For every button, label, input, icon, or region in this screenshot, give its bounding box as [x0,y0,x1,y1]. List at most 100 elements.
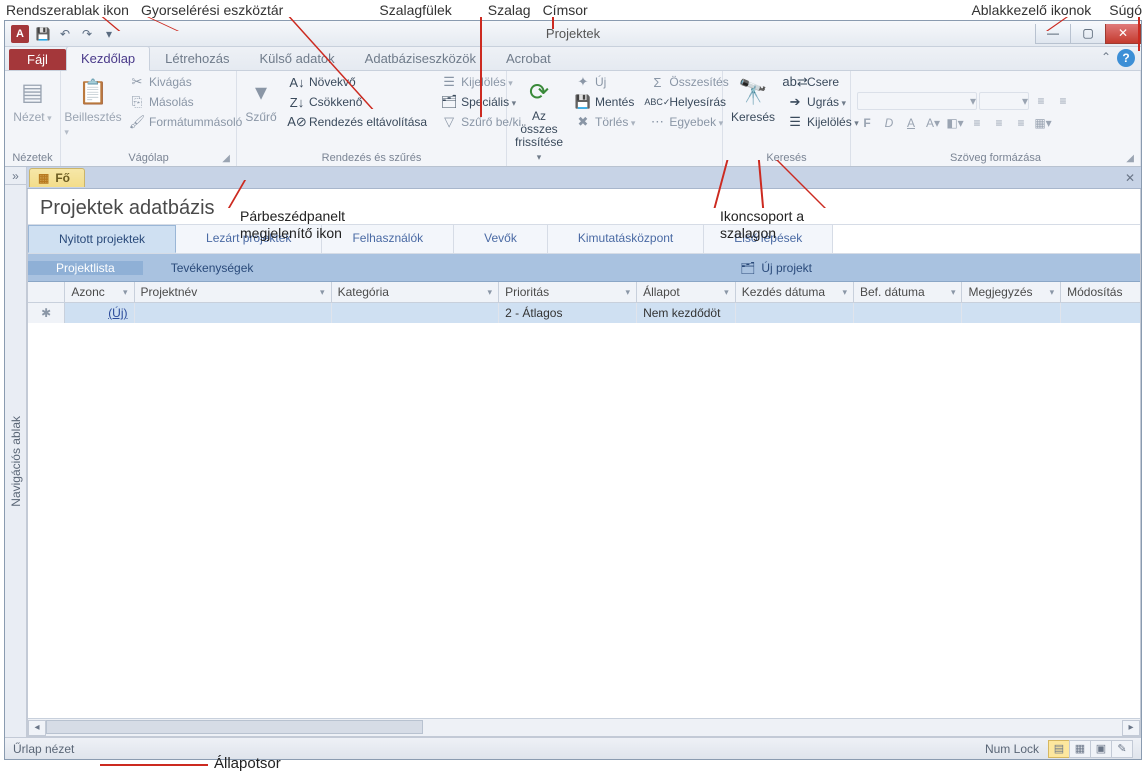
font-color-button[interactable]: A▾ [923,114,943,132]
refresh-all-button[interactable]: ⟳ Az összes frissítése [513,73,565,166]
more-records-button[interactable]: ⋯Egyebek [645,113,732,131]
cell-pri[interactable]: 2 - Átlagos [499,303,637,323]
tab-customers[interactable]: Vevők [454,225,548,253]
chevron-down-icon[interactable]: ▾ [123,287,128,298]
doc-tab-fo[interactable]: ▦ Fő [29,168,85,187]
tab-external[interactable]: Külső adatok [245,46,350,70]
col-projektnev[interactable]: Projektnév▾ [135,282,332,302]
delete-record-button[interactable]: ✖Törlés [571,113,639,131]
cell-kezd[interactable] [736,303,854,323]
find-button[interactable]: 🔭 Keresés [729,73,777,127]
col-modositas[interactable]: Módosítás [1061,282,1140,302]
help-button[interactable]: ? [1117,49,1135,67]
bullets-icon[interactable]: ≡ [1031,92,1051,110]
scroll-thumb[interactable] [46,720,423,734]
navigation-pane[interactable]: » Navigációs ablak [5,167,27,737]
new-record-button[interactable]: ✦Új [571,73,639,91]
col-megjegyzes[interactable]: Megjegyzés▾ [962,282,1061,302]
tab-open-projects[interactable]: Nyitott projektek [28,225,176,253]
totals-button[interactable]: ΣÖsszesítés [645,73,732,91]
save-record-button[interactable]: 💾Mentés [571,93,639,111]
view-button[interactable]: ▤ Nézet [11,73,54,127]
remove-sort-button[interactable]: A⊘Rendezés eltávolítása [285,113,431,131]
ribbon-minimize-icon[interactable]: ⌃ [1101,50,1111,64]
sort-asc-button[interactable]: A↓Növekvő [285,73,431,91]
system-menu-icon[interactable]: A [11,25,29,43]
new-id-link[interactable]: (Új) [108,306,127,320]
filter-button[interactable]: ▾ Szűrő [243,73,279,127]
doc-close-icon[interactable]: ✕ [1125,171,1135,185]
tab-firststeps[interactable]: Első lépések [704,225,833,253]
row-selector-header[interactable] [28,282,65,302]
textfmt-dialog-launcher-icon[interactable]: ◢ [1126,153,1134,164]
save-icon[interactable]: 💾 [33,24,53,44]
numbered-icon[interactable]: ≡ [1053,92,1073,110]
col-kezdes[interactable]: Kezdés dátuma▾ [736,282,854,302]
nav-expand-icon[interactable]: » [5,167,26,185]
col-allapot[interactable]: Állapot▾ [637,282,736,302]
new-project-button[interactable]: 🗂 Új projekt [712,261,840,275]
cell-bef[interactable] [854,303,962,323]
sort-desc-button[interactable]: Z↓Csökkenő [285,93,431,111]
copy-button[interactable]: ⎘Másolás [125,93,246,111]
cell-azon[interactable]: (Új) [65,303,134,323]
chevron-down-icon[interactable]: ▾ [320,287,325,298]
font-size-dropdown[interactable]: ▾ [979,92,1029,110]
tab-acrobat[interactable]: Acrobat [491,46,566,70]
align-right-button[interactable]: ≡ [1011,114,1031,132]
close-button[interactable]: ✕ [1105,24,1141,44]
col-kategoria[interactable]: Kategória▾ [332,282,500,302]
chevron-down-icon[interactable]: ▾ [951,287,956,298]
tab-home[interactable]: Kezdőlap [66,46,150,71]
maximize-button[interactable]: ▢ [1070,24,1106,44]
layout-view-icon[interactable]: ▣ [1090,740,1112,758]
subtab-tasks[interactable]: Tevékenységek [143,261,282,275]
cell-megj[interactable] [962,303,1061,323]
scroll-left-icon[interactable]: ◂ [28,720,46,736]
horizontal-scrollbar[interactable]: ◂ ▸ [28,718,1140,736]
datasheet-view-icon[interactable]: ▦ [1069,740,1091,758]
col-prioritas[interactable]: Prioritás▾ [499,282,637,302]
chevron-down-icon[interactable]: ▾ [1050,287,1055,298]
design-view-icon[interactable]: ✎ [1111,740,1133,758]
paste-button[interactable]: 📋 Beillesztés [67,73,119,141]
underline-button[interactable]: A [901,114,921,132]
fill-color-button[interactable]: ◧▾ [945,114,965,132]
qat-customize-icon[interactable]: ▾ [99,24,119,44]
table-row-new[interactable]: ✱ (Új) 2 - Átlagos Nem kezdődöt [28,303,1140,323]
subtab-projectlist[interactable]: Projektlista [28,261,143,275]
tab-dbtools[interactable]: Adatbáziseszközök [350,46,491,70]
chevron-down-icon[interactable]: ▾ [724,287,729,298]
cell-kat[interactable] [332,303,500,323]
row-selector[interactable]: ✱ [28,303,65,323]
cell-nev[interactable] [135,303,332,323]
font-name-dropdown[interactable]: ▾ [857,92,977,110]
align-center-button[interactable]: ≡ [989,114,1009,132]
undo-icon[interactable]: ↶ [55,24,75,44]
tab-pivot[interactable]: Kimutatásközpont [548,225,704,253]
cell-all[interactable]: Nem kezdődöt [637,303,736,323]
form-view-icon[interactable]: ▤ [1048,740,1070,758]
scroll-track[interactable] [46,720,1122,736]
tab-users[interactable]: Felhasználók [322,225,454,253]
col-bef[interactable]: Bef. dátuma▾ [854,282,962,302]
tab-create[interactable]: Létrehozás [150,46,244,70]
italic-button[interactable]: D [879,114,899,132]
clipboard-dialog-launcher-icon[interactable]: ◢ [222,153,230,164]
redo-icon[interactable]: ↷ [77,24,97,44]
align-left-button[interactable]: ≡ [967,114,987,132]
gridlines-button[interactable]: ▦▾ [1033,114,1053,132]
spelling-button[interactable]: ABC✓Helyesírás [645,93,732,111]
minimize-button[interactable]: — [1035,24,1071,44]
chevron-down-icon[interactable]: ▾ [626,287,631,298]
cut-button[interactable]: ✂Kivágás [125,73,246,91]
col-azon[interactable]: Azonc▾ [65,282,134,302]
format-painter-button[interactable]: 🖌Formátummásoló [125,113,246,131]
scroll-right-icon[interactable]: ▸ [1122,720,1140,736]
bold-button[interactable]: F [857,114,877,132]
cell-mod[interactable] [1061,303,1140,323]
tab-file[interactable]: Fájl [9,49,66,70]
chevron-down-icon[interactable]: ▾ [488,287,493,298]
tab-closed-projects[interactable]: Lezárt projektek [176,225,322,253]
chevron-down-icon[interactable]: ▾ [842,287,847,298]
